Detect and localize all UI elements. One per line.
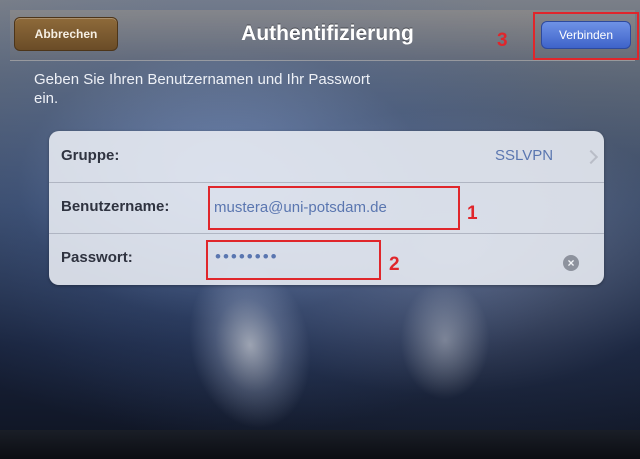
annotation-box-connect — [533, 12, 639, 60]
clear-icon[interactable]: × — [563, 255, 579, 271]
group-label: Gruppe: — [61, 147, 120, 164]
instruction-text: Geben Sie Ihren Benutzernamen und Ihr Pa… — [34, 71, 371, 107]
annotation-box-password — [206, 240, 381, 280]
cancel-button[interactable]: Abbrechen — [14, 17, 118, 51]
annotation-marker-2: 2 — [389, 254, 400, 275]
password-label: Passwort: — [61, 249, 133, 266]
group-row[interactable]: Gruppe: SSLVPN — [49, 131, 604, 183]
annotation-marker-1: 1 — [467, 203, 478, 224]
group-value: SSLVPN — [495, 147, 554, 164]
annotation-marker-3: 3 — [497, 30, 508, 51]
device-bezel — [0, 430, 640, 459]
page-title: Authentifizierung — [241, 22, 414, 45]
username-label: Benutzername: — [61, 198, 170, 215]
annotation-box-username — [208, 186, 460, 230]
chevron-right-icon — [583, 149, 599, 165]
screen-glare-secondary — [400, 280, 490, 400]
